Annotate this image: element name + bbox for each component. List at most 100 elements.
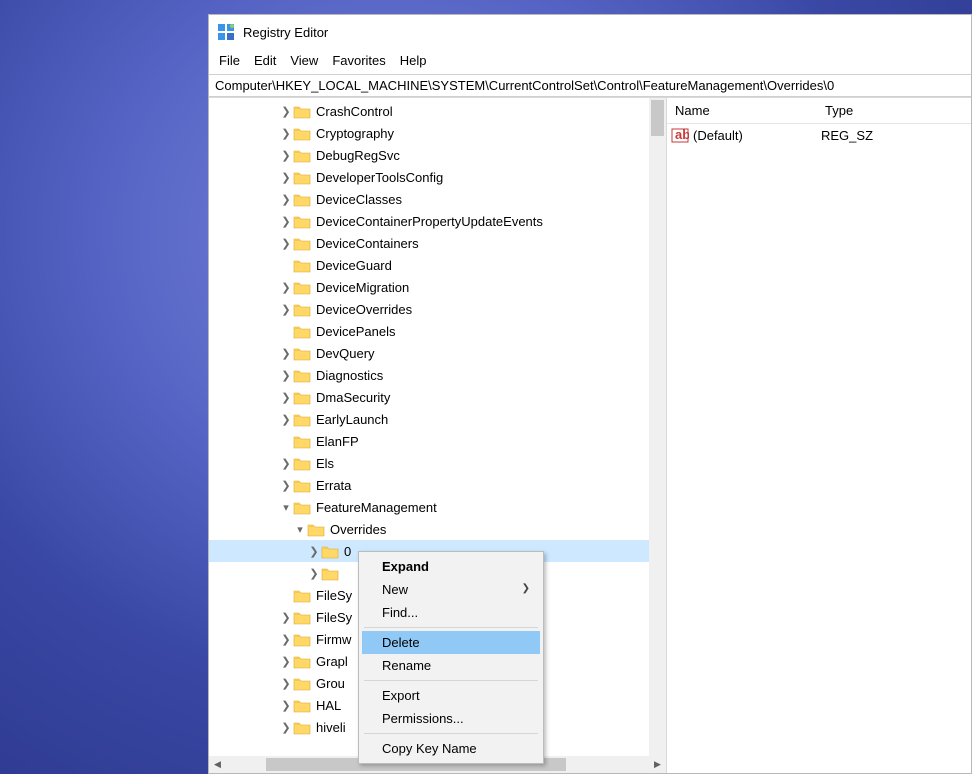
expand-icon[interactable]: ❯ <box>279 391 293 404</box>
context-menu-item[interactable]: Export <box>362 684 540 707</box>
column-type[interactable]: Type <box>817 98 971 123</box>
column-name[interactable]: Name <box>667 98 817 123</box>
menu-separator <box>364 680 538 681</box>
expand-icon[interactable]: ❯ <box>279 237 293 250</box>
menu-edit[interactable]: Edit <box>254 53 276 68</box>
tree-node[interactable]: ❯ Diagnostics <box>209 364 666 386</box>
tree-node[interactable]: ▾FeatureManagement <box>209 496 666 518</box>
folder-icon <box>293 632 311 647</box>
tree-node[interactable]: ❯ DeviceContainerPropertyUpdateEvents <box>209 210 666 232</box>
tree-node[interactable]: ❯DmaSecurity <box>209 386 666 408</box>
expand-icon[interactable]: ❯ <box>279 149 293 162</box>
context-menu-item[interactable]: Copy Key Name <box>362 737 540 760</box>
tree-node-label: Diagnostics <box>316 368 383 383</box>
menu-favorites[interactable]: Favorites <box>332 53 385 68</box>
scroll-right-icon[interactable]: ▶ <box>649 756 666 773</box>
tree-node-label: 0 <box>344 544 351 559</box>
menu-file[interactable]: File <box>219 53 240 68</box>
expand-icon[interactable]: ❯ <box>279 699 293 712</box>
tree-node-label: DevQuery <box>316 346 375 361</box>
folder-icon <box>293 236 311 251</box>
tree-node-label: FileSy <box>316 588 352 603</box>
context-menu-item[interactable]: Permissions... <box>362 707 540 730</box>
menu-help[interactable]: Help <box>400 53 427 68</box>
menu-separator <box>364 733 538 734</box>
expand-icon[interactable]: ❯ <box>279 171 293 184</box>
expand-icon[interactable]: ❯ <box>279 633 293 646</box>
folder-icon <box>293 676 311 691</box>
expand-icon[interactable]: ❯ <box>279 215 293 228</box>
expand-icon[interactable]: ❯ <box>307 545 321 558</box>
tree-node-label: DeviceContainerPropertyUpdateEvents <box>316 214 543 229</box>
folder-icon <box>293 346 311 361</box>
expand-icon[interactable]: ▾ <box>293 523 307 536</box>
folder-icon <box>293 170 311 185</box>
tree-node[interactable]: ❯Cryptography <box>209 122 666 144</box>
scroll-left-icon[interactable]: ◀ <box>209 756 226 773</box>
tree-node[interactable]: ❯EarlyLaunch <box>209 408 666 430</box>
tree-node-label: DebugRegSvc <box>316 148 400 163</box>
folder-icon <box>321 544 339 559</box>
tree-node-label: DevicePanels <box>316 324 396 339</box>
expand-icon[interactable]: ▾ <box>279 501 293 514</box>
expand-icon[interactable]: ❯ <box>279 413 293 426</box>
tree-node[interactable]: ❯Errata <box>209 474 666 496</box>
tree-node[interactable]: ElanFP <box>209 430 666 452</box>
tree-node[interactable]: DeviceGuard <box>209 254 666 276</box>
tree-node[interactable]: ❯ DebugRegSvc <box>209 144 666 166</box>
vertical-scrollbar[interactable] <box>649 98 666 756</box>
tree-node-label: DeviceGuard <box>316 258 392 273</box>
expand-icon[interactable]: ❯ <box>279 127 293 140</box>
tree-node[interactable]: ❯CrashControl <box>209 100 666 122</box>
value-row[interactable]: ab (Default) REG_SZ <box>667 124 971 146</box>
tree-node-label: Grapl <box>316 654 348 669</box>
folder-icon <box>293 456 311 471</box>
window-title: Registry Editor <box>243 25 328 40</box>
context-menu-item[interactable]: Find... <box>362 601 540 624</box>
tree-node-label: FileSy <box>316 610 352 625</box>
title-bar: Registry Editor <box>209 15 971 49</box>
tree-node[interactable]: ❯DeveloperToolsConfig <box>209 166 666 188</box>
expand-icon[interactable]: ❯ <box>307 567 321 580</box>
tree-node-label: Els <box>316 456 334 471</box>
watermark-icon <box>815 740 845 770</box>
value-type: REG_SZ <box>821 128 873 143</box>
tree-node[interactable]: ❯DeviceContainers <box>209 232 666 254</box>
tree-node[interactable]: ❯ Els <box>209 452 666 474</box>
content-area: ❯CrashControl❯Cryptography❯DebugRegSvc❯D… <box>209 97 971 773</box>
tree-node-label: DeviceMigration <box>316 280 409 295</box>
tree-node[interactable]: DevicePanels <box>209 320 666 342</box>
tree-node[interactable]: ❯ DevQuery <box>209 342 666 364</box>
scrollbar-thumb[interactable] <box>651 100 664 136</box>
tree-node[interactable]: ❯ DeviceMigration <box>209 276 666 298</box>
address-input[interactable] <box>209 75 971 96</box>
tree-node-label: DeviceOverrides <box>316 302 412 317</box>
expand-icon[interactable]: ❯ <box>279 457 293 470</box>
watermark-brand: 系统之家 <box>851 741 923 759</box>
context-menu-item[interactable]: Expand <box>362 555 540 578</box>
folder-icon <box>293 148 311 163</box>
context-menu-item[interactable]: Rename <box>362 654 540 677</box>
context-menu-item[interactable]: Delete <box>362 631 540 654</box>
expand-icon[interactable]: ❯ <box>279 611 293 624</box>
folder-icon <box>293 280 311 295</box>
tree-node[interactable]: ❯ DeviceOverrides <box>209 298 666 320</box>
expand-icon[interactable]: ❯ <box>279 479 293 492</box>
tree-node[interactable]: ▾Overrides <box>209 518 666 540</box>
tree-node-label: hiveli <box>316 720 346 735</box>
expand-icon[interactable]: ❯ <box>279 105 293 118</box>
address-bar <box>209 74 971 97</box>
menu-separator <box>364 627 538 628</box>
expand-icon[interactable]: ❯ <box>279 347 293 360</box>
expand-icon[interactable]: ❯ <box>279 369 293 382</box>
expand-icon[interactable]: ❯ <box>279 655 293 668</box>
expand-icon[interactable]: ❯ <box>279 303 293 316</box>
expand-icon[interactable]: ❯ <box>279 721 293 734</box>
values-pane: Name Type ab (Default) REG_SZ <box>667 98 971 773</box>
expand-icon[interactable]: ❯ <box>279 193 293 206</box>
context-menu-item[interactable]: New❯ <box>362 578 540 601</box>
expand-icon[interactable]: ❯ <box>279 677 293 690</box>
expand-icon[interactable]: ❯ <box>279 281 293 294</box>
menu-view[interactable]: View <box>290 53 318 68</box>
tree-node[interactable]: ❯DeviceClasses <box>209 188 666 210</box>
